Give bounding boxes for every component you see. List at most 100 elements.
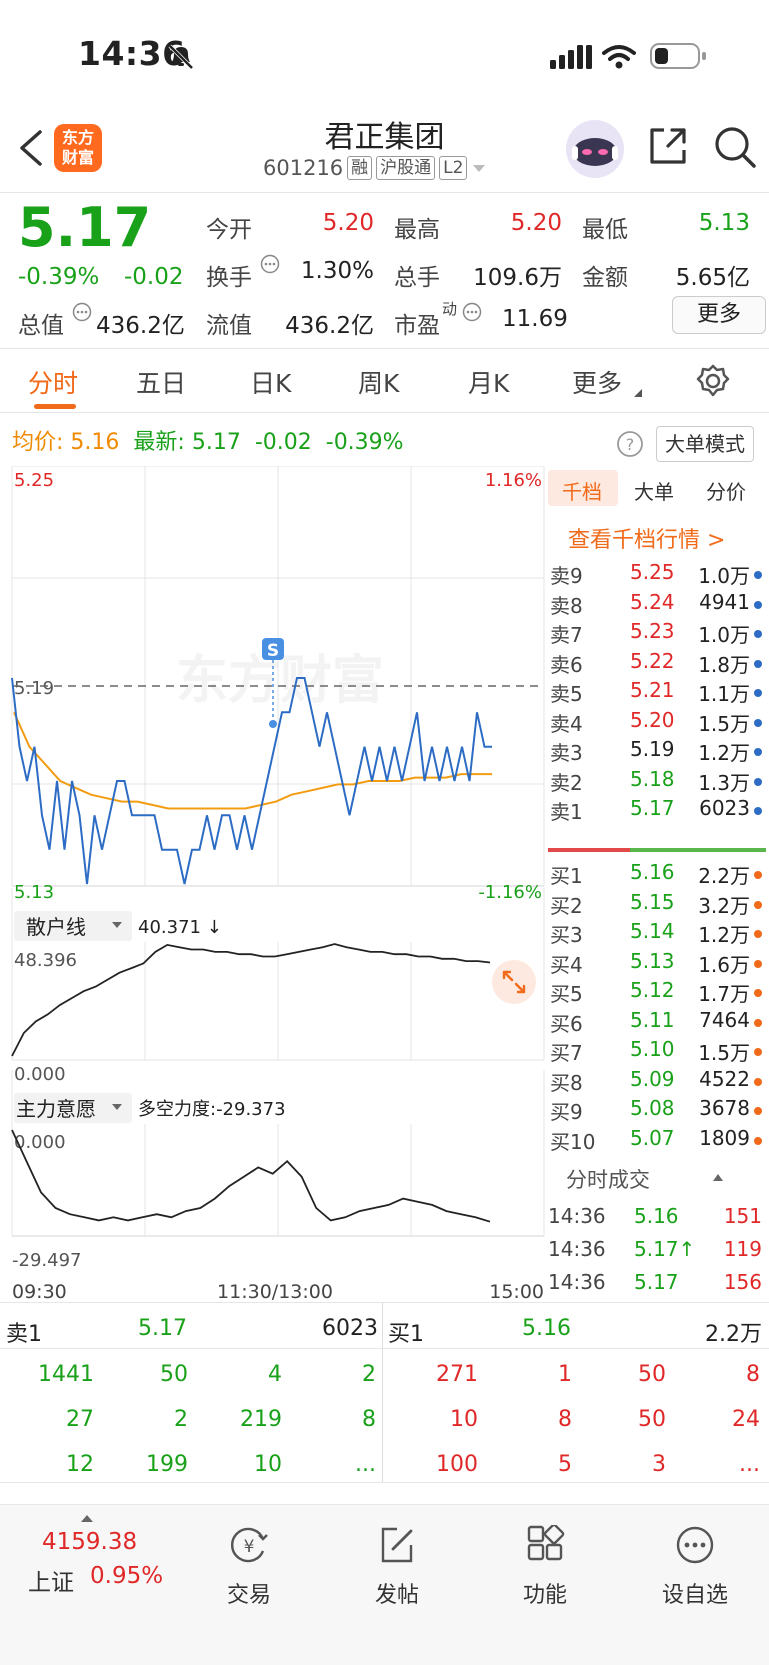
buy-level-9[interactable]: 买9 5.08 3678 bbox=[550, 1096, 766, 1127]
tab-thousand-levels[interactable]: 千档 bbox=[562, 476, 602, 505]
amount-value: 5.65亿 bbox=[675, 265, 750, 291]
buy-level-2[interactable]: 买2 5.15 3.2万 bbox=[550, 890, 766, 921]
buy-level-5[interactable]: 买5 5.12 1.7万 bbox=[550, 978, 766, 1009]
low-value: 5.13 bbox=[698, 210, 750, 236]
high-value: 5.20 bbox=[510, 210, 562, 236]
sell-level-dot bbox=[754, 571, 762, 579]
indicator1-min: 0.000 bbox=[14, 1064, 66, 1085]
trade-icon: ¥ bbox=[231, 1527, 268, 1563]
queue-buy-cell: 8 bbox=[746, 1362, 760, 1387]
sell-level-3[interactable]: 卖7 5.23 1.0万 bbox=[550, 619, 766, 650]
tag-margin: 融 bbox=[347, 156, 373, 180]
queue-sell-volume: 6023 bbox=[322, 1316, 378, 1341]
tab-more[interactable]: 更多 bbox=[572, 364, 622, 400]
float-label: 流值 bbox=[206, 313, 252, 339]
buy-level-dot bbox=[754, 1107, 762, 1115]
tab-price-dist[interactable]: 分价 bbox=[706, 476, 746, 505]
sell-level-dot bbox=[754, 600, 762, 609]
queue-sell-cell: 10 bbox=[254, 1452, 282, 1477]
tab-five-day[interactable]: 五日 bbox=[136, 364, 186, 400]
buy-level-price: 5.08 bbox=[630, 1096, 675, 1120]
bottom-nav: 4159.38 上证 0.95% ¥ 交易 发帖 功能 设自选 bbox=[0, 1504, 769, 1665]
sell-level-9[interactable]: 卖1 5.17 6023 bbox=[550, 796, 766, 827]
buy-level-7[interactable]: 买7 5.10 1.5万 bbox=[550, 1037, 766, 1068]
tick-time: 14:36 bbox=[548, 1204, 606, 1228]
tick-volume: 156 bbox=[723, 1270, 762, 1294]
share-icon[interactable] bbox=[646, 124, 690, 168]
buy-level-3[interactable]: 买3 5.14 1.2万 bbox=[550, 919, 766, 950]
buy-level-1[interactable]: 买1 5.16 2.2万 bbox=[550, 860, 766, 891]
settings-gear-icon[interactable] bbox=[696, 364, 730, 398]
sell-level-5[interactable]: 卖5 5.21 1.1万 bbox=[550, 678, 766, 709]
sell-level-volume: 1.2万 bbox=[698, 741, 750, 765]
index-value[interactable]: 4159.38 bbox=[42, 1529, 137, 1555]
intraday-chart[interactable]: 东方财富 5.25 5.19 5.13 1.16% -1.16% S 散户线 4… bbox=[0, 466, 546, 1306]
time-start: 09:30 bbox=[12, 1281, 67, 1303]
sell-level-label: 卖8 bbox=[550, 593, 583, 618]
collapse-triangle-icon[interactable] bbox=[712, 1172, 724, 1182]
sell-level-2[interactable]: 卖8 5.24 4941 bbox=[550, 590, 766, 621]
buy-level-price: 5.13 bbox=[630, 948, 675, 973]
info-dots-icon[interactable] bbox=[462, 302, 482, 322]
buy-level-price: 5.11 bbox=[630, 1007, 675, 1032]
latest-pct: -0.39% bbox=[325, 430, 404, 455]
sell-level-volume: 4941 bbox=[699, 589, 750, 614]
nav-functions[interactable]: 功能 bbox=[490, 1523, 600, 1609]
sell-level-8[interactable]: 卖2 5.18 1.3万 bbox=[550, 767, 766, 798]
buy-level-6[interactable]: 买6 5.11 7464 bbox=[550, 1008, 766, 1039]
signal-icon bbox=[550, 45, 592, 69]
queue-buy-cell: 1 bbox=[558, 1362, 572, 1387]
tab-big-orders[interactable]: 大单 bbox=[634, 476, 674, 505]
sell-level-6[interactable]: 卖4 5.20 1.5万 bbox=[550, 708, 766, 739]
sell-level-4[interactable]: 卖6 5.22 1.8万 bbox=[550, 649, 766, 680]
price-axis-top: 5.25 bbox=[14, 470, 54, 491]
queue-buy-cell: 50 bbox=[638, 1362, 666, 1387]
stock-code-row[interactable]: 601216 融 沪股通 L2 bbox=[263, 156, 487, 180]
buy-level-10[interactable]: 买10 5.07 1809 bbox=[550, 1126, 766, 1157]
sell-level-1[interactable]: 卖9 5.25 1.0万 bbox=[550, 560, 766, 591]
sell-level-7[interactable]: 卖3 5.19 1.2万 bbox=[550, 737, 766, 768]
tab-daily-k[interactable]: 日K bbox=[250, 364, 291, 400]
sell-level-volume: 1.5万 bbox=[698, 711, 750, 736]
buy-level-price: 5.16 bbox=[630, 860, 675, 884]
queue-sell-cell: 2 bbox=[362, 1362, 376, 1387]
index-name[interactable]: 上证 bbox=[28, 1563, 74, 1597]
price-axis-bottom: 5.13 bbox=[14, 882, 54, 903]
nav-post[interactable]: 发帖 bbox=[342, 1525, 452, 1609]
sell-level-label: 卖1 bbox=[550, 800, 583, 824]
buy-level-label: 买4 bbox=[550, 952, 583, 977]
big-order-mode-button[interactable]: 大单模式 bbox=[656, 426, 754, 462]
nav-add-watchlist[interactable]: 设自选 bbox=[640, 1525, 750, 1609]
robot-avatar-icon[interactable] bbox=[564, 118, 626, 180]
view-levels-link[interactable]: 查看千档行情 > bbox=[568, 522, 725, 554]
buy-level-label: 买7 bbox=[550, 1041, 583, 1065]
nav-trade[interactable]: ¥ 交易 bbox=[194, 1525, 304, 1609]
tab-monthly-k[interactable]: 月K bbox=[468, 364, 509, 400]
buy-level-label: 买8 bbox=[550, 1070, 583, 1095]
queue-sell-cell: 4 bbox=[268, 1362, 282, 1387]
queue-sell-cell: ... bbox=[355, 1452, 376, 1477]
buy-level-price: 5.09 bbox=[630, 1066, 675, 1091]
nav-add-watchlist-label: 设自选 bbox=[661, 1583, 728, 1608]
buy-level-price: 5.10 bbox=[630, 1037, 675, 1061]
tab-intraday[interactable]: 分时 bbox=[28, 364, 78, 400]
mktcap-label: 总值 bbox=[18, 313, 64, 339]
tab-weekly-k[interactable]: 周K bbox=[358, 364, 399, 400]
buy-level-4[interactable]: 买4 5.13 1.6万 bbox=[550, 949, 766, 980]
dropdown-icon bbox=[473, 165, 486, 172]
buy-level-price: 5.14 bbox=[630, 919, 675, 943]
queue-buy-cell: 5 bbox=[558, 1452, 572, 1477]
buy-level-8[interactable]: 买8 5.09 4522 bbox=[550, 1067, 766, 1098]
pe-label: 市盈 bbox=[394, 313, 440, 339]
sell-level-volume: 1.8万 bbox=[698, 652, 750, 677]
tick-volume: 151 bbox=[723, 1204, 762, 1228]
search-icon[interactable] bbox=[712, 124, 758, 170]
index-pct[interactable]: 0.95% bbox=[90, 1563, 163, 1589]
help-icon[interactable]: ? bbox=[616, 430, 644, 458]
info-dots-icon[interactable] bbox=[260, 254, 280, 274]
buy-level-price: 5.07 bbox=[630, 1125, 675, 1150]
info-dots-icon[interactable] bbox=[72, 302, 92, 322]
expand-icon[interactable] bbox=[492, 960, 536, 1004]
more-button[interactable]: 更多 bbox=[672, 296, 766, 334]
battery-icon bbox=[650, 43, 706, 69]
